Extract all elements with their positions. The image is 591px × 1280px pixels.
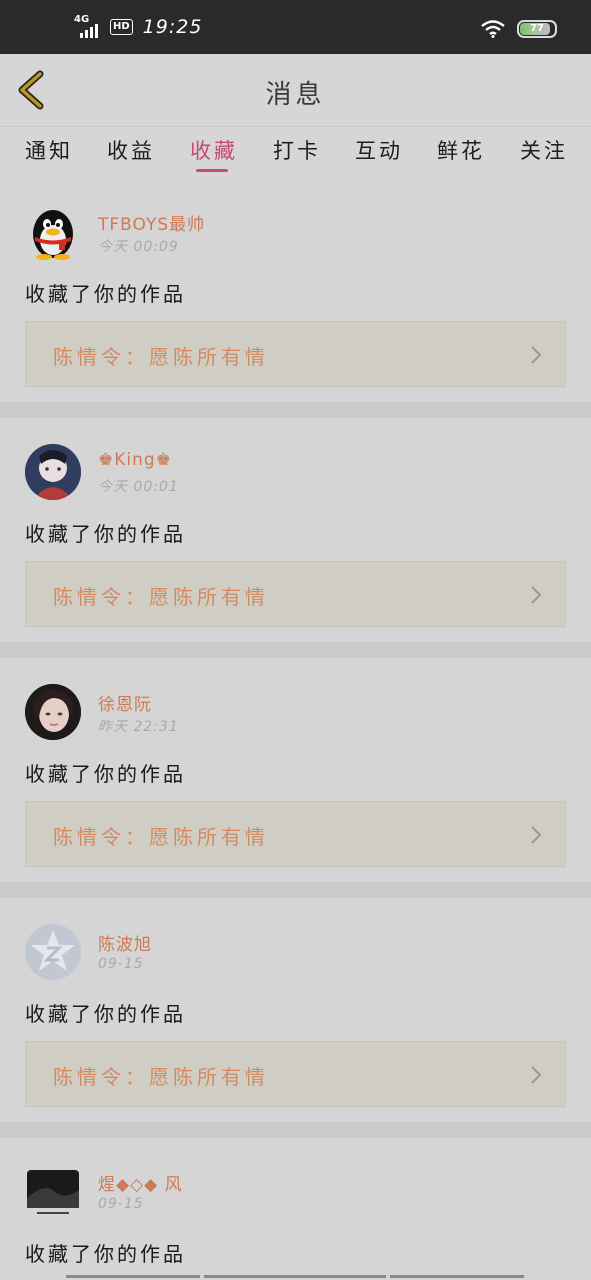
chevron-right-icon (531, 586, 542, 604)
tab-earnings[interactable]: 收益 (107, 135, 155, 165)
tab-favorites[interactable]: 收藏 (190, 135, 238, 165)
page-title: 消息 (265, 80, 326, 110)
work-title: 陈情令：愿陈所有情 (53, 345, 269, 369)
action-text: 收藏了你的作品 (25, 282, 186, 306)
scroll-indicator (204, 1275, 386, 1278)
work-link[interactable]: 陈情令：愿陈所有情 (25, 1041, 566, 1107)
work-title: 陈情令：愿陈所有情 (53, 585, 269, 609)
action-text: 收藏了你的作品 (25, 762, 186, 786)
tab-bar: 通知 收益 收藏 打卡 互动 鲜花 关注 (0, 126, 591, 178)
action-text: 收藏了你的作品 (25, 1242, 186, 1266)
list-item: TFBOYS最帅 今天 00:09 收藏了你的作品 陈情令：愿陈所有情 (0, 178, 591, 402)
divider (0, 402, 591, 418)
status-time: 19:25 (142, 16, 203, 38)
timestamp: 09-15 (98, 956, 144, 972)
battery-icon: 77 (517, 20, 557, 38)
list-item: 徐恩阮 昨天 22:31 收藏了你的作品 陈情令：愿陈所有情 (0, 658, 591, 882)
tab-checkin[interactable]: 打卡 (273, 135, 321, 165)
wifi-icon (481, 20, 505, 38)
photo-avatar[interactable] (25, 684, 81, 740)
tab-flowers[interactable]: 鲜花 (437, 135, 485, 165)
list-item: ♚King♚ 今天 00:01 收藏了你的作品 陈情令：愿陈所有情 (0, 418, 591, 642)
scroll-indicator (66, 1275, 200, 1278)
work-link[interactable]: 陈情令：愿陈所有情 (25, 561, 566, 627)
action-text: 收藏了你的作品 (25, 522, 186, 546)
username[interactable]: TFBOYS最帅 (98, 210, 205, 235)
default-star-avatar[interactable] (25, 924, 81, 980)
timestamp: 昨天 22:31 (98, 719, 179, 735)
tab-interactions[interactable]: 互动 (355, 135, 403, 165)
dark-photo-avatar[interactable] (25, 1164, 81, 1220)
work-title: 陈情令：愿陈所有情 (53, 825, 269, 849)
username[interactable]: ♚King♚ (98, 450, 172, 470)
divider (0, 1122, 591, 1138)
active-tab-indicator (196, 169, 228, 172)
chevron-right-icon (531, 346, 542, 364)
anime-avatar[interactable] (25, 444, 81, 500)
work-link[interactable]: 陈情令：愿陈所有情 (25, 321, 566, 387)
list-item: 陈波旭 09-15 收藏了你的作品 陈情令：愿陈所有情 (0, 898, 591, 1122)
tab-follows[interactable]: 关注 (520, 135, 568, 165)
action-text: 收藏了你的作品 (25, 1002, 186, 1026)
work-title: 陈情令：愿陈所有情 (53, 1065, 269, 1089)
username[interactable]: 徐恩阮 (98, 690, 152, 715)
signal-icon: 4G (74, 14, 104, 40)
timestamp: 09-15 (98, 1196, 144, 1212)
list-item: 煋◆◇◆ 风 09-15 收藏了你的作品 (0, 1138, 591, 1280)
chevron-right-icon (531, 826, 542, 844)
status-bar: 4G HD 19:25 77 (0, 0, 591, 54)
divider (0, 882, 591, 898)
qq-penguin-icon[interactable] (25, 204, 81, 260)
work-link[interactable]: 陈情令：愿陈所有情 (25, 801, 566, 867)
scroll-indicator (390, 1275, 524, 1278)
username[interactable]: 陈波旭 (98, 930, 152, 955)
page-header: 消息 (0, 54, 591, 126)
tab-notifications[interactable]: 通知 (25, 135, 73, 165)
timestamp: 今天 00:01 (98, 479, 179, 495)
timestamp: 今天 00:09 (98, 239, 179, 255)
divider (0, 642, 591, 658)
chevron-right-icon (531, 1066, 542, 1084)
hd-badge: HD (110, 19, 133, 35)
username[interactable]: 煋◆◇◆ 风 (98, 1170, 183, 1195)
